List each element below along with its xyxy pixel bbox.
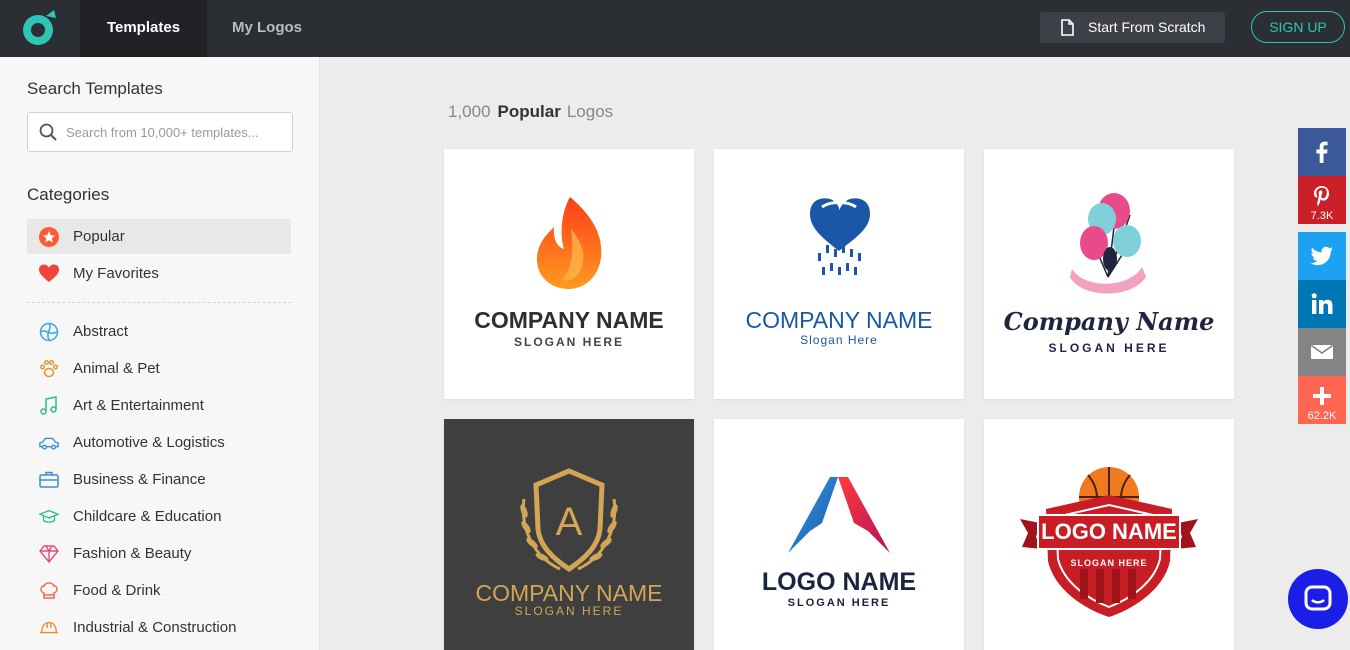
search-icon [39,123,57,141]
email-icon [1311,344,1333,359]
sidebar-divider [27,302,291,303]
chat-widget-button[interactable] [1288,569,1348,629]
category-label: My Favorites [73,265,159,282]
category-label: Childcare & Education [73,508,222,525]
category-my-favorites[interactable]: My Favorites [27,256,291,291]
pinterest-share-count: 7.3K [1310,210,1334,222]
diamond-icon [39,545,59,564]
category-label: Food & Drink [73,582,161,599]
abstract-icon [39,322,59,342]
template-slogan: SLOGAN HERE [514,604,624,618]
category-label: Abstract [73,323,129,340]
start-from-scratch-button[interactable]: Start From Scratch [1040,12,1225,43]
linkedin-share-button[interactable] [1298,280,1346,328]
template-card[interactable]: LOGO NAME SLOGAN HERE [984,419,1234,650]
template-slogan: SLOGAN HERE [1070,558,1148,568]
chef-hat-icon [40,582,58,599]
category-animal-pet[interactable]: Animal & Pet [27,351,291,386]
results-suffix: Logos [566,102,614,121]
facebook-share-button[interactable] [1298,128,1346,176]
document-icon [1061,19,1074,36]
email-share-button[interactable] [1298,328,1346,376]
template-card[interactable]: A COMPANY NAME SLOGAN HERE [444,419,694,650]
results-heading: 1,000 Popular Logos [448,102,613,122]
search-box [27,112,293,152]
template-slogan: SLOGAN HERE [787,597,891,609]
heart-rain-logo-icon [810,198,870,275]
twitter-share-button[interactable] [1298,232,1346,280]
linkedin-icon [1311,293,1333,314]
category-art-entertainment[interactable]: Art & Entertainment [27,388,291,423]
chat-bubble-icon [1304,585,1332,611]
tab-templates[interactable]: Templates [80,0,207,57]
app-logo-icon[interactable] [20,8,60,48]
graduation-cap-icon [39,509,59,523]
template-company-name: COMPANY NAME [474,307,664,333]
car-icon [39,437,59,450]
heart-icon [39,264,59,282]
template-company-name: COMPANY NAME [745,307,933,333]
top-bar: Templates My Logos Start From Scratch SI… [0,0,1350,57]
more-share-count: 62.2K [1307,410,1337,422]
category-abstract[interactable]: Abstract [27,314,291,349]
category-label: Fashion & Beauty [73,545,192,562]
template-company-name: LOGO NAME [761,568,917,596]
pinterest-share-button[interactable]: 7.3K [1298,176,1346,224]
category-industrial-construction[interactable]: Industrial & Construction [27,610,291,645]
paw-icon [40,360,58,378]
music-note-icon [40,396,57,415]
a-peak-logo-icon [788,477,890,553]
template-slogan: Slogan Here [800,333,878,347]
categories-title: Categories [27,185,110,204]
hard-hat-icon [39,621,59,634]
template-company-name: COMPANY NAME [475,580,663,606]
tab-my-logos[interactable]: My Logos [207,0,327,57]
template-slogan: SLOGAN HERE [513,335,624,349]
template-company-name: Company Name [1003,307,1215,336]
category-food-drink[interactable]: Food & Drink [27,573,291,608]
category-childcare-education[interactable]: Childcare & Education [27,499,291,534]
twitter-icon [1310,246,1333,266]
results-filter: Popular [497,102,561,121]
shield-letter: A [556,500,583,544]
search-templates-title: Search Templates [27,79,163,98]
category-popular[interactable]: Popular [27,219,291,254]
category-automotive-logistics[interactable]: Automotive & Logistics [27,425,291,460]
more-share-button[interactable]: 62.2K [1298,376,1346,424]
category-label: Automotive & Logistics [73,434,225,451]
balloons-logo-icon [1070,193,1146,294]
sign-up-button[interactable]: SIGN UP [1251,11,1345,43]
pinterest-icon [1314,186,1330,206]
template-slogan: SLOGAN HERE [1048,341,1170,355]
sidebar: Search Templates Categories Popular My F… [0,57,320,650]
briefcase-icon [39,471,59,488]
start-from-scratch-label: Start From Scratch [1088,19,1206,35]
category-label: Business & Finance [73,471,206,488]
results-count: 1,000 [448,102,491,121]
category-fashion-beauty[interactable]: Fashion & Beauty [27,536,291,571]
category-business-finance[interactable]: Business & Finance [27,462,291,497]
plus-icon [1313,387,1331,405]
template-card[interactable]: Company Name SLOGAN HERE [984,149,1234,399]
template-company-name: LOGO NAME [1041,519,1177,544]
category-label: Popular [73,228,125,245]
template-card[interactable]: COMPANY NAME Slogan Here [714,149,964,399]
category-label: Art & Entertainment [73,397,204,414]
template-card[interactable]: LOGO NAME SLOGAN HERE [714,419,964,650]
category-label: Animal & Pet [73,360,160,377]
flame-logo-icon [536,197,602,289]
star-icon [39,227,59,247]
category-label: Industrial & Construction [73,619,237,636]
facebook-icon [1316,141,1328,163]
template-card[interactable]: COMPANY NAME SLOGAN HERE [444,149,694,399]
search-input[interactable] [66,121,286,143]
